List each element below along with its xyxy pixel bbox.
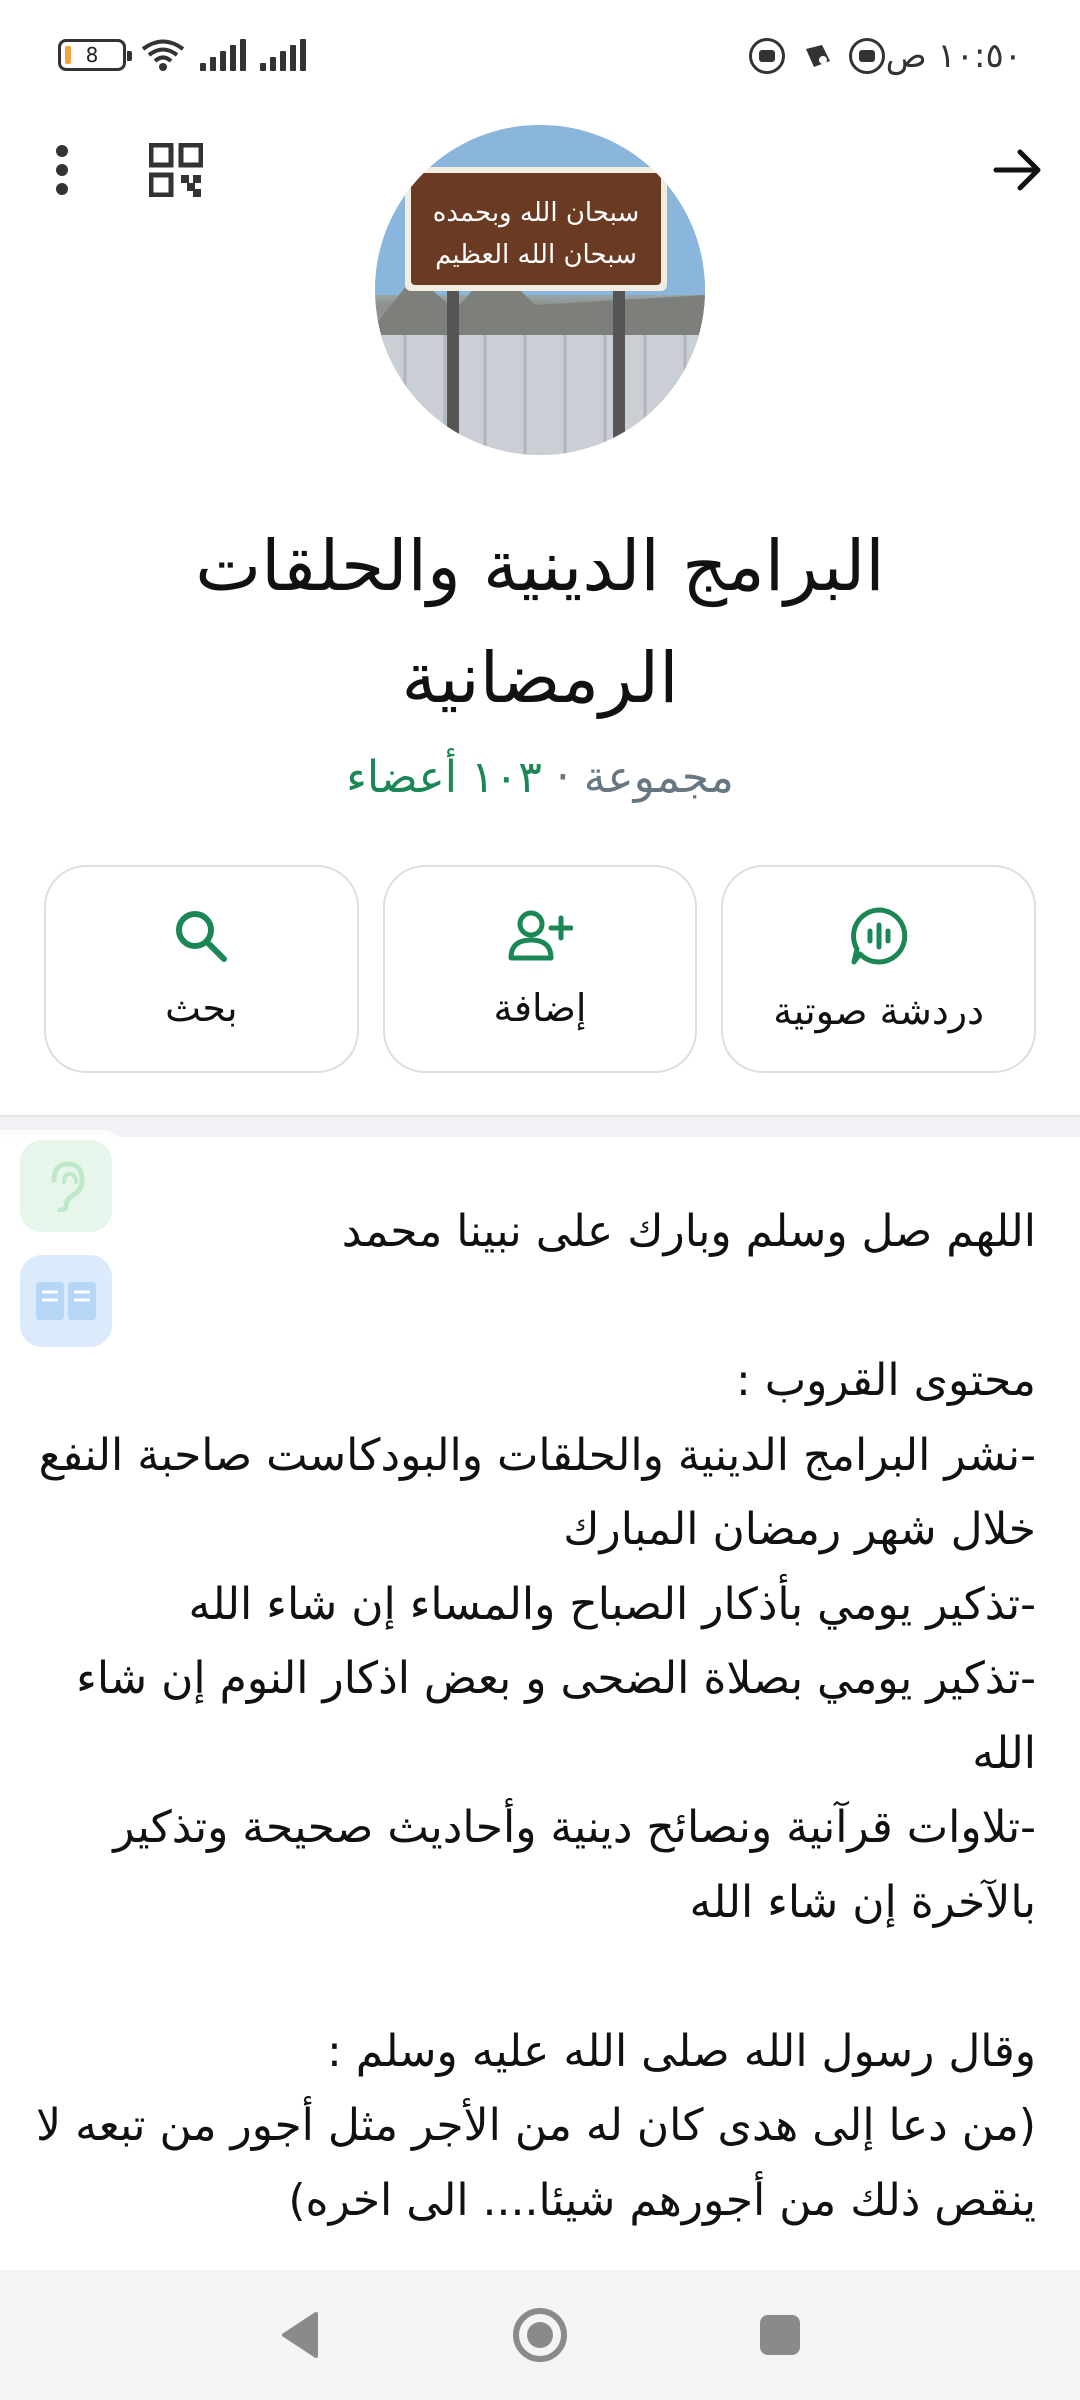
back-button[interactable] <box>978 130 1058 210</box>
section-divider <box>0 1115 1080 1137</box>
clock: ١٠:٥٠ ص <box>885 36 1022 76</box>
voice-chat-button[interactable]: دردشة صوتية <box>721 865 1036 1073</box>
voice-chat-icon <box>850 907 907 965</box>
qr-code-button[interactable] <box>140 134 212 206</box>
wifi-icon <box>141 39 185 71</box>
add-person-icon <box>508 910 573 961</box>
arrow-back-icon <box>993 149 1041 191</box>
avatar-image: سبحان الله وبحمده سبحان الله العظيم <box>375 125 705 455</box>
sign-line-1: سبحان الله وبحمده <box>433 198 640 228</box>
status-bar: 8 ١٠:٥٠ ص <box>0 0 1080 110</box>
nav-back-icon <box>282 2312 318 2358</box>
nav-home-icon <box>513 2308 567 2362</box>
more-options-button[interactable] <box>30 134 94 206</box>
add-member-label: إضافة <box>493 986 587 1030</box>
status-left-icons: 8 <box>58 38 306 72</box>
qr-code-icon <box>149 143 203 197</box>
notification-icons <box>749 38 885 74</box>
voice-chat-label: دردشة صوتية <box>773 989 985 1033</box>
members-count[interactable]: ١٠٣ أعضاء <box>346 752 542 803</box>
more-vert-icon <box>56 145 68 195</box>
notification-icon <box>749 38 785 74</box>
group-type: مجموعة <box>583 752 734 803</box>
nav-home-button[interactable] <box>505 2300 575 2370</box>
battery-level: 8 <box>85 43 99 67</box>
signal-icon-1 <box>200 39 246 71</box>
signal-icon-2 <box>260 39 306 71</box>
subtitle-separator: · <box>541 752 584 803</box>
group-subtitle: مجموعة · ١٠٣ أعضاء <box>0 752 1080 803</box>
search-button[interactable]: بحث <box>43 865 359 1073</box>
search-label: بحث <box>165 986 238 1030</box>
add-member-button[interactable]: إضافة <box>382 865 698 1073</box>
nav-back-button[interactable] <box>265 2300 335 2370</box>
nav-recents-button[interactable] <box>745 2300 815 2370</box>
battery-icon: 8 <box>58 39 132 71</box>
search-icon <box>176 911 228 962</box>
group-title: البرامج الدينية والحلقات الرمضانية <box>195 525 885 719</box>
notification-icon <box>849 38 885 74</box>
system-nav-bar <box>0 2270 1080 2400</box>
sign-line-2: سبحان الله العظيم <box>435 240 637 270</box>
group-avatar[interactable]: سبحان الله وبحمده سبحان الله العظيم <box>375 125 705 455</box>
group-description: اللهم صل وسلم وبارك على نبينا محمد محتوى… <box>36 1206 1036 2226</box>
nav-recents-icon <box>760 2315 800 2355</box>
action-buttons: دردشة صوتية إضافة بحث <box>43 865 1036 1073</box>
game-notification-icon <box>799 38 835 74</box>
